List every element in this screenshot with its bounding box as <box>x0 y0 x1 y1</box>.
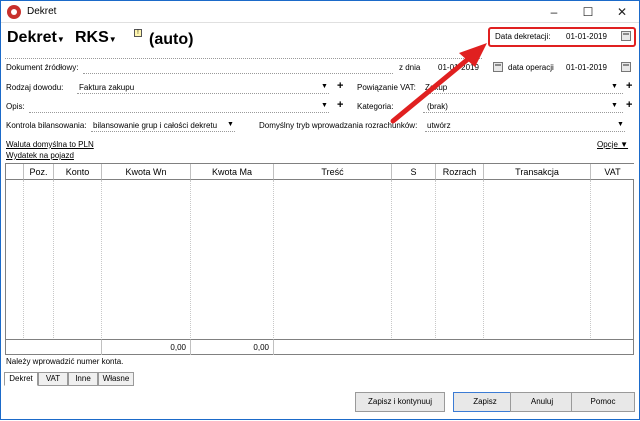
arrow-shaft <box>390 52 476 124</box>
annotation-arrow <box>390 43 487 124</box>
dekret-window: Dekret – ☐ ✕ Dekret▼ RKS▼ ! (auto) Data … <box>0 0 640 420</box>
